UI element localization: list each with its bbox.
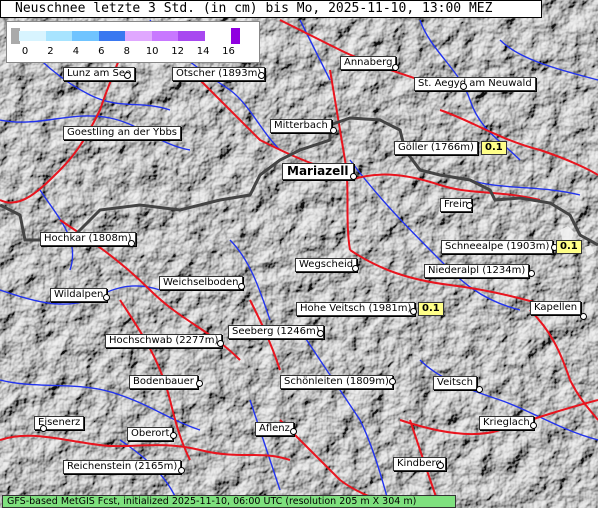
place-label[interactable]: Mariazell bbox=[282, 163, 354, 180]
place-label[interactable]: Aflenz bbox=[255, 422, 294, 436]
place-marker bbox=[350, 173, 357, 180]
place-label[interactable]: Göller (1766m) bbox=[394, 141, 478, 155]
place-label[interactable]: Schneealpe (1903m) bbox=[441, 240, 554, 254]
place-marker bbox=[238, 283, 245, 290]
place-label[interactable]: Hochschwab (2277m) bbox=[105, 334, 223, 348]
place-marker bbox=[389, 378, 396, 385]
place-label[interactable]: Reichenstein (2165m) bbox=[63, 460, 182, 474]
legend-tick-label: 14 bbox=[196, 46, 210, 57]
legend-tick-label: 10 bbox=[145, 46, 159, 57]
place-marker bbox=[466, 202, 473, 209]
legend-tick-label: 2 bbox=[47, 46, 54, 57]
place-marker bbox=[124, 72, 131, 79]
place-marker bbox=[528, 270, 535, 277]
place-label[interactable]: Niederalpl (1234m) bbox=[424, 264, 530, 278]
legend-swatch bbox=[178, 31, 205, 41]
legend-swatch bbox=[72, 31, 99, 41]
place-marker bbox=[103, 294, 110, 301]
place-label[interactable]: Wegscheid bbox=[295, 258, 358, 272]
place-label[interactable]: St. Aegyd am Neuwald bbox=[414, 77, 536, 91]
place-marker bbox=[392, 64, 399, 71]
legend-tick-label: 0 bbox=[21, 46, 29, 57]
legend-tick-label: 6 bbox=[98, 46, 105, 57]
snow-value-badge: 0.1 bbox=[556, 240, 582, 254]
snowfall-map: Neuschnee letzte 3 Std. (in cm) bis Mo, … bbox=[0, 0, 598, 508]
place-label[interactable]: Ötscher (1893m) bbox=[172, 67, 266, 81]
place-label[interactable]: Mitterbach bbox=[270, 119, 332, 133]
place-label[interactable]: Veitsch bbox=[433, 376, 477, 390]
snow-value-badge: 0.1 bbox=[481, 141, 507, 155]
place-label[interactable]: Goestling an der Ybbs bbox=[63, 126, 182, 140]
place-marker bbox=[530, 422, 537, 429]
place-marker bbox=[352, 265, 359, 272]
place-label[interactable]: Krieglach bbox=[479, 416, 534, 430]
forecast-footer: GFS-based MetGIS Fcst, initialized 2025-… bbox=[2, 495, 456, 508]
place-marker bbox=[460, 83, 467, 90]
place-marker bbox=[476, 386, 483, 393]
legend-swatch bbox=[151, 31, 178, 41]
legend-tick-label: 4 bbox=[72, 46, 80, 57]
place-marker bbox=[258, 72, 265, 79]
legend-swatch bbox=[125, 31, 152, 41]
place-marker bbox=[196, 380, 203, 387]
legend-tick-label: 8 bbox=[123, 46, 130, 57]
place-marker bbox=[40, 425, 47, 432]
place-label[interactable]: Annaberg bbox=[340, 56, 397, 70]
place-label[interactable]: Oberort bbox=[127, 427, 174, 441]
place-marker bbox=[580, 313, 587, 320]
map-title: Neuschnee letzte 3 Std. (in cm) bis Mo, … bbox=[0, 0, 542, 18]
place-marker bbox=[437, 462, 444, 469]
place-label[interactable]: Kapellen bbox=[530, 301, 582, 315]
legend-swatch bbox=[231, 28, 240, 44]
place-marker bbox=[410, 308, 417, 315]
place-label[interactable]: Hochkar (1808m) bbox=[40, 232, 136, 246]
legend-tick-label: 16 bbox=[222, 46, 235, 57]
legend-swatch bbox=[19, 31, 46, 41]
snow-value-badge: 0.1 bbox=[418, 302, 444, 316]
place-label[interactable]: Seeberg (1246m) bbox=[228, 325, 324, 339]
place-label[interactable]: Bodenbauer bbox=[129, 375, 198, 389]
legend-swatch bbox=[98, 31, 125, 41]
place-label[interactable]: Hohe Veitsch (1981m) bbox=[296, 302, 416, 316]
place-marker bbox=[170, 432, 177, 439]
legend-tick-label: 12 bbox=[171, 46, 184, 57]
place-marker bbox=[290, 428, 297, 435]
place-marker bbox=[330, 127, 337, 134]
place-label[interactable]: Schönleiten (1809m) bbox=[280, 375, 393, 389]
legend-swatch bbox=[45, 31, 72, 41]
legend: 0 2 4 6 8 10 12 14 16 bbox=[6, 21, 260, 63]
place-marker bbox=[317, 330, 324, 337]
place-label[interactable]: Weichselboden bbox=[159, 276, 243, 290]
place-marker bbox=[128, 240, 135, 247]
place-marker bbox=[178, 467, 185, 474]
place-marker bbox=[217, 340, 224, 347]
place-label[interactable]: Wildalpen bbox=[50, 288, 108, 302]
